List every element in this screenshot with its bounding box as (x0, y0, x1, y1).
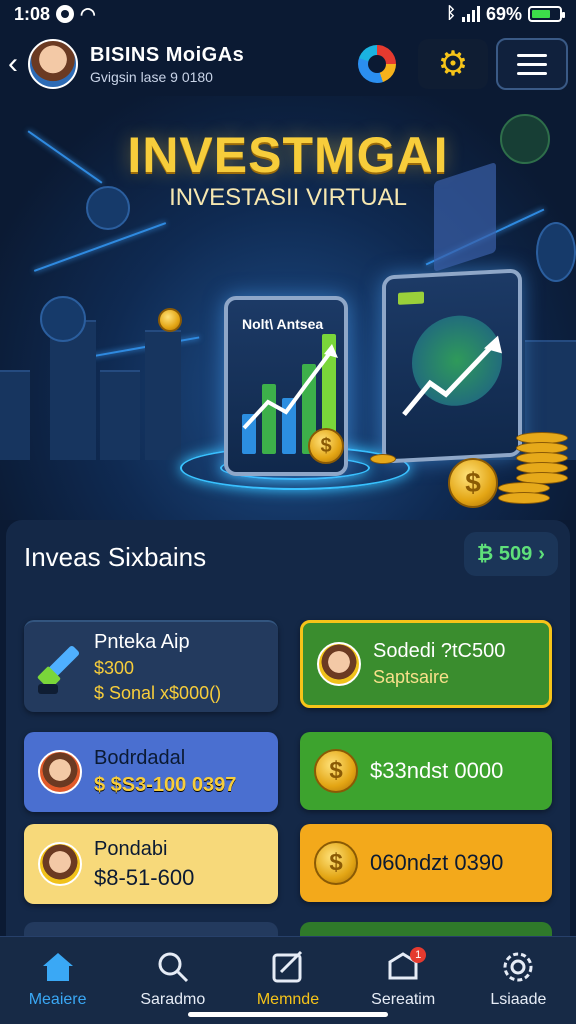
gear-icon: ⚙ (437, 45, 469, 83)
growth-tablet (382, 268, 522, 464)
avatar (38, 842, 82, 886)
nav-label: Memnde (256, 991, 320, 1008)
user-subtitle: Gvigsin lase 9 0180 (90, 68, 213, 85)
avatar (38, 750, 82, 794)
nav-label: Saradmo (140, 991, 206, 1008)
card-texts: Pnteka Aip $300 $ Sonal x$000() (94, 631, 221, 704)
nav-notifications[interactable]: 1 Sereatim (348, 947, 458, 1009)
battery-icon (528, 6, 565, 22)
card-texts: Sodedi ?tC500 Saptsaire (373, 640, 505, 688)
clock: 1:08 (14, 3, 51, 24)
section-title: Inveas Sixbains (24, 542, 207, 572)
investment-card[interactable]: $ $33ndst 0000 (300, 732, 552, 810)
user-block: BISINS MoiGAs Gvigsin lase 9 0180 (90, 44, 358, 85)
card-title: 060ndzt 0390 (370, 850, 504, 875)
battery-percent: 69% (485, 3, 522, 24)
nav-label: Sereatim (371, 991, 436, 1008)
floating-card-icon (434, 161, 496, 273)
investments-section: Inveas Sixbains ₿ 509 › Pnteka Aip $300 … (6, 520, 570, 940)
investment-card[interactable]: Bodrdadal $ $S3-100 0397 (24, 732, 278, 812)
coin-icon: $ (448, 458, 498, 508)
nav-memnde[interactable]: Memnde (233, 949, 343, 1009)
bottom-nav: Meaiere Saradmo Memnde 1 Sereatim Lsiaad… (0, 936, 576, 1024)
investment-card[interactable]: $ 060ndzt 0390 (300, 824, 552, 902)
nav-label: Meaiere (28, 991, 87, 1008)
floating-coin-icon (536, 222, 576, 282)
floating-coin-icon (86, 186, 130, 230)
card-title: Pondabi (94, 837, 168, 860)
wifi-icon: ◠ (80, 3, 96, 24)
search-icon (156, 949, 190, 985)
coin-icon: $ (308, 428, 344, 464)
card-title: Pnteka Aip (94, 630, 190, 653)
card-title: $33ndst 0000 (370, 758, 504, 783)
record-icon (56, 5, 75, 23)
investment-card[interactable]: Pondabi $8-51-600 (24, 824, 278, 904)
wrench-icon (36, 642, 82, 694)
settings-icon (501, 949, 535, 985)
investment-card[interactable]: Pnteka Aip $300 $ Sonal x$000() (24, 620, 278, 712)
avatar[interactable] (28, 39, 78, 89)
floating-coin-icon (500, 114, 550, 164)
card-detail: $ Sonal x$000() (94, 682, 222, 703)
edit-icon (271, 949, 305, 985)
hero-banner: INVESTMGAI INVESTASII VIRTUAL Nolt\ Ants… (0, 96, 576, 520)
coin-icon (158, 308, 182, 332)
nav-label: Lsiaade (490, 991, 547, 1008)
notification-icon: 1 (386, 947, 427, 985)
back-button[interactable]: ‹ (8, 47, 28, 81)
card-texts: Bodrdadal $ $S3-100 0397 (94, 747, 236, 797)
avatar (317, 642, 361, 686)
status-bar: 1:08 ◠ ᛒ 69% (0, 0, 576, 28)
app-logo-icon[interactable] (358, 45, 396, 83)
battery-level (532, 10, 550, 18)
card-value: $ $S3-100 0397 (94, 774, 237, 796)
card-detail: Saptsaire (373, 667, 450, 687)
home-icon (41, 949, 75, 985)
nav-settings[interactable]: Lsiaade (463, 949, 573, 1009)
app-header: ‹ BISINS MoiGAs Gvigsin lase 9 0180 ⚙ (0, 34, 576, 94)
balance-button[interactable]: ₿ 509 › (464, 532, 558, 576)
user-name: BISINS MoiGAs (90, 43, 245, 66)
floating-coin-icon (40, 296, 86, 342)
investment-card[interactable]: Sodedi ?tC500 Saptsaire (300, 620, 552, 708)
settings-button[interactable]: ⚙ (418, 39, 488, 89)
signal-icon (461, 6, 480, 22)
coin-icon: $ (314, 749, 358, 793)
card-value: $300 (94, 657, 135, 678)
nav-search[interactable]: Saradmo (118, 949, 228, 1009)
bluetooth-icon: ᛒ (446, 5, 456, 22)
card-title: Bodrdadal (94, 747, 186, 769)
menu-button[interactable] (496, 38, 568, 90)
chevron-right-icon: › (538, 542, 545, 565)
growth-arrow-icon (402, 335, 502, 417)
nav-home[interactable]: Meaiere (3, 949, 113, 1009)
card-title: Sodedi ?tC500 (373, 640, 506, 662)
coin-icon: $ (314, 841, 358, 885)
notification-badge: 1 (410, 947, 427, 963)
card-texts: Pondabi $8-51-600 (94, 838, 194, 891)
balance-value: ₿ 509 (477, 542, 533, 565)
card-value: $8-51-600 (94, 864, 195, 890)
home-indicator (188, 1012, 388, 1017)
